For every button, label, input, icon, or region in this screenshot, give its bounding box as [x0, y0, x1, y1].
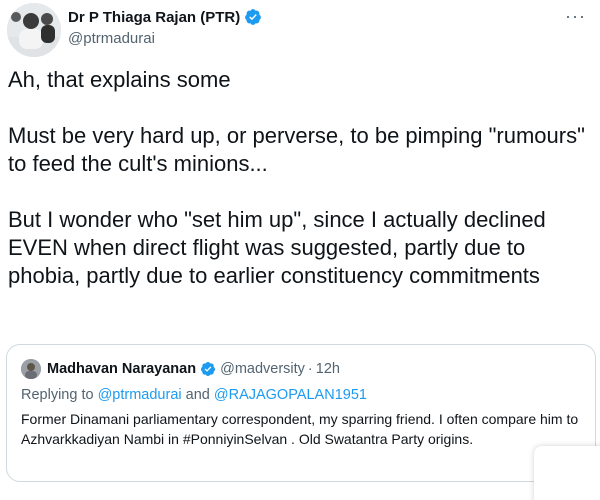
quoted-author-name[interactable]: Madhavan Narayanan: [47, 361, 196, 377]
quoted-author-handle[interactable]: @madversity: [220, 361, 305, 377]
separator-dot: ·: [307, 361, 313, 377]
author-avatar-image: [7, 3, 61, 57]
reply-mention-link[interactable]: @RAJAGOPALAN1951: [214, 387, 367, 403]
quoted-timestamp[interactable]: 12h: [316, 361, 340, 377]
more-horizontal-icon[interactable]: ···: [565, 6, 586, 27]
tweet-paragraph: Must be very hard up, or perverse, to be…: [8, 123, 585, 176]
tweet-paragraph: But I wonder who "set him up", since I a…: [8, 207, 546, 288]
reply-mention-link[interactable]: @ptrmadurai: [98, 387, 182, 403]
tweet-header: Dr P Thiaga Rajan (PTR) @ptrmadurai ···: [0, 0, 600, 60]
quoted-author-avatar[interactable]: [21, 359, 41, 379]
author-handle[interactable]: @ptrmadurai: [68, 30, 155, 47]
quoted-avatar-image: [21, 359, 41, 379]
verified-badge-icon: [245, 9, 262, 25]
quoted-tweet-header: Madhavan Narayanan @madversity · 12h: [21, 359, 583, 379]
quoted-tweet[interactable]: Madhavan Narayanan @madversity · 12h Rep…: [6, 344, 596, 482]
author-name[interactable]: Dr P Thiaga Rajan (PTR): [68, 8, 262, 26]
tweet-card: Dr P Thiaga Rajan (PTR) @ptrmadurai ··· …: [0, 0, 600, 500]
tweet-body: Ah, that explains some Must be very hard…: [8, 66, 592, 290]
floating-panel: [534, 446, 600, 500]
author-name-text: Dr P Thiaga Rajan (PTR): [68, 8, 241, 26]
replying-to-line: Replying to @ptrmadurai and @RAJAGOPALAN…: [21, 387, 583, 403]
tweet-paragraph: Ah, that explains some: [8, 67, 231, 92]
author-avatar[interactable]: [7, 3, 61, 57]
replying-to-label: Replying to: [21, 387, 94, 403]
verified-badge-icon: [201, 362, 216, 376]
quoted-tweet-text: Former Dinamani parliamentary correspond…: [21, 411, 579, 447]
replying-to-and: and: [185, 387, 210, 403]
